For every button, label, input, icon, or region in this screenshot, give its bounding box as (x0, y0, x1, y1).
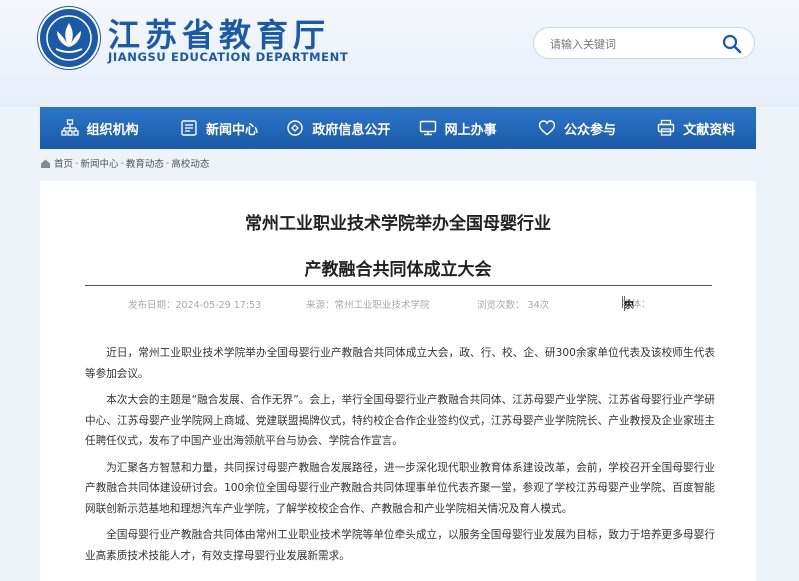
breadcrumb-separator: - (165, 157, 170, 169)
nav-item-org[interactable]: 组织机构 (40, 107, 159, 149)
nav-label: 公众参与 (563, 122, 616, 138)
news-icon (181, 120, 197, 136)
main-nav: 组织机构 新闻中心 政府信息公开 网上办事 公众参与 文献资料 (40, 107, 756, 149)
breadcrumb-separator: - (75, 157, 79, 169)
font-size-divider (622, 296, 623, 308)
breadcrumb-university-news[interactable]: 高校动态 (171, 156, 209, 170)
site-subtitle: JIANGSU EDUCATION DEPARTMENT (108, 50, 349, 64)
article-paragraph: 全国母婴行业产教融合共同体由常州工业职业技术学院等单位牵头成立，以服务全国母婴行… (85, 529, 715, 562)
publish-time: 发布日期：2024-05-29 17:53 (128, 300, 262, 311)
font-size-switcher: 字体： 大 中 小 (622, 296, 651, 311)
monitor-icon (419, 120, 436, 136)
heart-icon (538, 120, 556, 136)
article-body: 近日，常州工业职业技术学院举办全国母婴行业产教融合共同体成立大会，政、行、校、企… (85, 343, 715, 572)
lotus-emblem-icon[interactable] (40, 9, 98, 67)
breadcrumb-home[interactable]: 首页 (54, 156, 73, 170)
breadcrumb-news-center[interactable]: 新闻中心 (80, 156, 118, 170)
org-chart-icon (61, 119, 79, 136)
article-panel: 常州工业职业技术学院举办全国母婴行业 产教融合共同体成立大会 发布日期：2024… (40, 181, 756, 581)
site-header: 江苏省教育厅 JIANGSU EDUCATION DEPARTMENT (0, 0, 799, 107)
breadcrumb: 首页 - 新闻中心 - 教育动态 - 高校动态 (40, 155, 209, 171)
article-paragraph: 本次大会的主题是“融合发展、合作无界”。会上，举行全国母婴行业产教融合共同体、江… (85, 394, 715, 447)
article-source: 来源：常州工业职业技术学院 (306, 300, 430, 311)
breadcrumb-separator: - (120, 157, 124, 169)
article-title-line1: 常州工业职业技术学院举办全国母婴行业 (245, 214, 551, 234)
open-info-icon (287, 120, 304, 136)
search-box (533, 27, 755, 59)
breadcrumb-edu-news[interactable]: 教育动态 (126, 156, 164, 170)
nav-label: 文献资料 (683, 122, 736, 138)
article-title-line2: 产教融合共同体成立大会 (304, 260, 492, 280)
article-paragraph: 为汇聚各方智慧和力量，共同探讨母婴产教融合发展路径，进一步深化现代职业教育体系建… (85, 461, 715, 515)
font-size-small[interactable]: 小 (624, 296, 634, 311)
nav-label: 新闻中心 (205, 122, 258, 138)
search-icon[interactable] (722, 34, 742, 54)
nav-label: 政府信息公开 (312, 122, 391, 138)
article-paragraph: 近日，常州工业职业技术学院举办全国母婴行业产教融合共同体成立大会，政、行、校、企… (85, 347, 715, 380)
nav-item-public[interactable]: 公众参与 (517, 107, 636, 149)
home-icon[interactable] (40, 158, 51, 169)
search-input[interactable] (548, 34, 712, 54)
article-meta: 发布日期：2024-05-29 17:53 来源：常州工业职业技术学院 浏览次数… (40, 296, 756, 313)
printer-icon (658, 119, 675, 136)
nav-item-open-info[interactable]: 政府信息公开 (279, 107, 398, 149)
nav-label: 组织机构 (86, 122, 139, 138)
nav-item-online-service[interactable]: 网上办事 (398, 107, 517, 149)
view-count: 浏览次数： 34次 (477, 300, 550, 311)
nav-item-documents[interactable]: 文献资料 (637, 107, 756, 149)
title-divider (85, 285, 712, 286)
nav-label: 网上办事 (444, 122, 497, 138)
nav-item-news[interactable]: 新闻中心 (159, 107, 278, 149)
